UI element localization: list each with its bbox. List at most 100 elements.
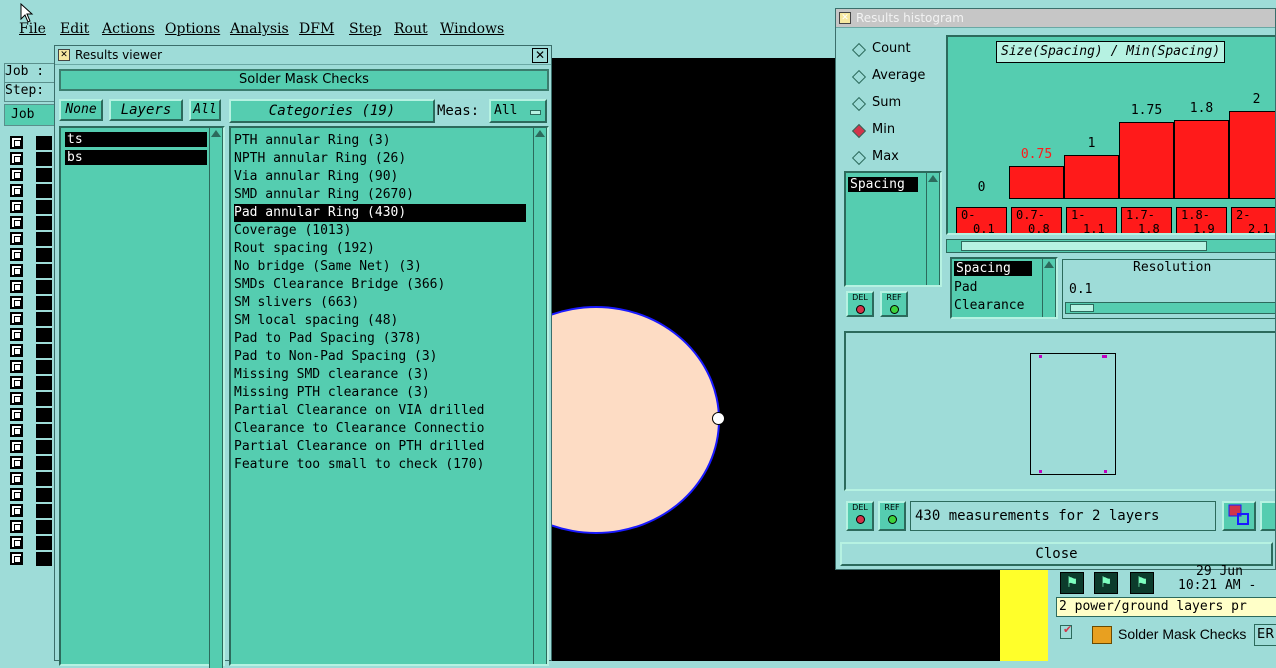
layer-checkbox[interactable]	[10, 344, 23, 357]
category-row[interactable]: Partial Clearance on VIA drilled	[234, 402, 484, 420]
chart-hscroll-thumb[interactable]	[961, 241, 1207, 251]
bin-range-label[interactable]: 1.8- 1.9	[1176, 207, 1227, 233]
zoom-next-button[interactable]	[1260, 501, 1275, 531]
layer-checkbox[interactable]	[10, 504, 23, 517]
histogram-bar[interactable]	[1119, 122, 1174, 199]
layer-checkbox[interactable]	[10, 264, 23, 277]
layer-checkbox[interactable]	[10, 184, 23, 197]
layer-checkbox[interactable]	[10, 424, 23, 437]
histogram-bar[interactable]	[1229, 111, 1275, 199]
ref-button-bottom[interactable]: REF	[878, 501, 906, 531]
categories-scrollbar[interactable]	[533, 128, 547, 664]
results-viewer-titlebar[interactable]: ✕ Results viewer ✕	[55, 46, 551, 65]
layer-checkbox[interactable]	[10, 280, 23, 293]
resolution-slider-thumb[interactable]	[1070, 304, 1094, 312]
layer-checkbox[interactable]	[10, 328, 23, 341]
layer-checkbox[interactable]	[10, 392, 23, 405]
close-icon[interactable]: ✕	[532, 48, 548, 63]
feature-preview[interactable]	[844, 331, 1275, 491]
attribute-item[interactable]: Clearance	[954, 297, 1024, 315]
del-button[interactable]: DEL	[846, 291, 874, 317]
category-row[interactable]: SMDs Clearance Bridge (366)	[234, 276, 445, 294]
measurement-marker[interactable]	[712, 412, 725, 425]
pad-feature[interactable]	[552, 306, 720, 534]
menu-step[interactable]: Step	[349, 21, 381, 37]
window-menu-icon[interactable]: ✕	[58, 49, 70, 61]
layer-row-ts[interactable]: ts	[65, 132, 207, 147]
bin-range-label[interactable]: 1- 1.1	[1066, 207, 1117, 233]
ref-button[interactable]: REF	[880, 291, 908, 317]
layer-checkbox[interactable]	[10, 552, 23, 565]
close-button[interactable]: Close	[840, 542, 1273, 566]
menu-edit[interactable]: Edit	[60, 21, 89, 37]
category-row[interactable]: Via annular Ring (90)	[234, 168, 398, 186]
histogram-bar[interactable]	[1009, 166, 1064, 199]
zoom-fit-button[interactable]	[1222, 501, 1256, 531]
menu-actions[interactable]: Actions	[102, 21, 155, 37]
menu-options[interactable]: Options	[165, 21, 220, 37]
layers-list[interactable]: ts bs	[59, 126, 225, 668]
category-row[interactable]: NPTH annular Ring (26)	[234, 150, 406, 168]
category-row[interactable]: SM slivers (663)	[234, 294, 359, 312]
menu-dfm[interactable]: DFM	[299, 21, 334, 37]
menu-rout[interactable]: Rout	[394, 21, 428, 37]
category-row[interactable]: SMD annular Ring (2670)	[234, 186, 414, 204]
bin-range-label[interactable]: 1.7- 1.8	[1121, 207, 1172, 233]
run-icon[interactable]: ⚑	[1060, 572, 1084, 594]
layer-checkbox[interactable]	[10, 136, 23, 149]
layer-checkbox[interactable]	[10, 488, 23, 501]
category-row[interactable]: Rout spacing (192)	[234, 240, 375, 258]
category-row[interactable]: Clearance to Clearance Connectio	[234, 420, 484, 438]
histogram-chart[interactable]: Size(Spacing) / Min(Spacing) 0 0- 0.1 0.75 0…	[946, 35, 1275, 235]
histogram-bar[interactable]	[1174, 120, 1229, 199]
layer-checkbox[interactable]	[10, 472, 23, 485]
layer-checkbox[interactable]	[10, 168, 23, 181]
category-row[interactable]: SM local spacing (48)	[234, 312, 398, 330]
layer-checkbox[interactable]	[10, 312, 23, 325]
layer-checkbox[interactable]	[10, 200, 23, 213]
category-row[interactable]: Missing PTH clearance (3)	[234, 384, 430, 402]
results-histogram-titlebar[interactable]: ✕ Results histogram	[836, 9, 1275, 28]
layer-checkbox[interactable]	[10, 376, 23, 389]
category-row[interactable]: Pad to Non-Pad Spacing (3)	[234, 348, 438, 366]
layer-checkbox[interactable]	[10, 408, 23, 421]
measure-attribute-list[interactable]: Spacing	[844, 171, 942, 287]
layer-checkbox[interactable]	[10, 536, 23, 549]
bin-range-label[interactable]: 0.7- 0.8	[1011, 207, 1062, 233]
layer-checkbox[interactable]	[10, 248, 23, 261]
resolution-slider[interactable]	[1065, 302, 1275, 314]
bin-range-label[interactable]: 2- 2.1	[1231, 207, 1275, 233]
attribute-row-spacing[interactable]: Spacing	[848, 177, 918, 192]
layer-row-bs[interactable]: bs	[65, 150, 207, 165]
job-button[interactable]: Job	[4, 104, 56, 126]
category-row[interactable]: Feature too small to check (170)	[234, 456, 484, 474]
layer-checkbox[interactable]	[10, 360, 23, 373]
menu-analysis[interactable]: Analysis	[230, 21, 289, 37]
layers-scrollbar[interactable]	[209, 128, 223, 668]
attribute-item[interactable]: Spacing	[954, 261, 1032, 276]
attribute-item[interactable]: Pad	[954, 279, 977, 297]
run-step-icon[interactable]: ⚑	[1130, 572, 1154, 594]
window-menu-icon[interactable]: ✕	[839, 12, 851, 24]
layer-checkbox[interactable]	[10, 440, 23, 453]
category-row[interactable]: Pad annular Ring (430)	[234, 204, 526, 222]
attribute-list[interactable]: Spacing Pad Clearance	[950, 257, 1058, 319]
categories-list[interactable]: PTH annular Ring (3) NPTH annular Ring (2…	[229, 126, 549, 666]
all-button[interactable]: All	[189, 99, 221, 121]
attribute-list-scrollbar[interactable]	[1042, 259, 1056, 317]
none-button[interactable]: None	[59, 99, 103, 121]
run-all-icon[interactable]: ⚑	[1094, 572, 1118, 594]
layer-checkbox[interactable]	[10, 520, 23, 533]
bin-range-label[interactable]: 0- 0.1	[956, 207, 1007, 233]
layer-checkbox[interactable]	[10, 232, 23, 245]
category-row[interactable]: No bridge (Same Net) (3)	[234, 258, 422, 276]
layer-checkbox[interactable]	[10, 152, 23, 165]
chart-hscrollbar[interactable]	[946, 239, 1275, 253]
layer-checkbox[interactable]	[10, 456, 23, 469]
category-row[interactable]: PTH annular Ring (3)	[234, 132, 391, 150]
category-row[interactable]: Pad to Pad Spacing (378)	[234, 330, 422, 348]
layer-checkbox[interactable]	[10, 216, 23, 229]
category-row[interactable]: Missing SMD clearance (3)	[234, 366, 430, 384]
check-toggle[interactable]: ✔	[1060, 623, 1072, 639]
del-button-bottom[interactable]: DEL	[846, 501, 874, 531]
